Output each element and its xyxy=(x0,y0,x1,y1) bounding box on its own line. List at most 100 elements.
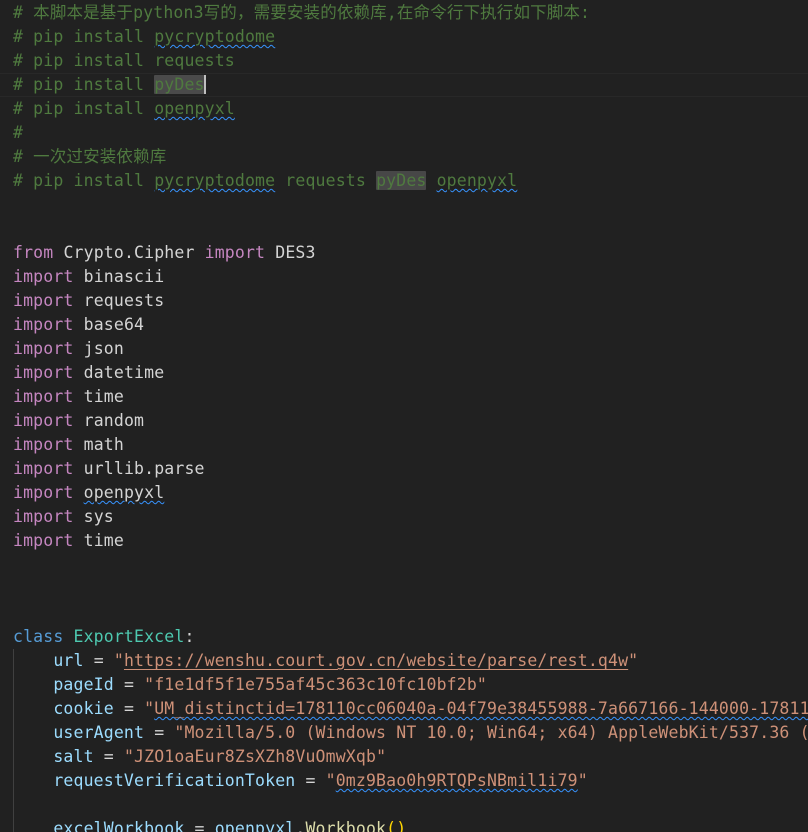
code-line[interactable]: import time xyxy=(0,529,808,553)
package-requests: requests xyxy=(154,51,235,70)
colon: : xyxy=(184,627,195,646)
comment-batch-note: # 一次过安装依赖库 xyxy=(13,147,167,166)
code-line[interactable]: import random xyxy=(0,409,808,433)
import-module: datetime xyxy=(83,363,165,382)
comment-pip-prefix: # pip install xyxy=(13,171,155,190)
code-line[interactable]: import requests xyxy=(0,289,808,313)
quote: " xyxy=(144,675,155,694)
field-salt-name: salt xyxy=(53,747,94,766)
code-line[interactable]: import sys xyxy=(0,505,808,529)
code-line[interactable]: # pip install pycryptodome xyxy=(0,25,808,49)
comment-pip-prefix: # pip install xyxy=(13,99,155,118)
quote: " xyxy=(144,699,155,718)
code-line[interactable]: import datetime xyxy=(0,361,808,385)
import-module: sys xyxy=(83,507,114,526)
quote: " xyxy=(113,651,124,670)
quote: " xyxy=(325,771,336,790)
keyword-import: import xyxy=(13,363,74,382)
comment-pip-prefix: # pip install xyxy=(13,75,155,94)
code-line-current[interactable]: # pip install pyDes xyxy=(0,73,808,97)
code-line-blank[interactable] xyxy=(0,793,808,817)
quote: " xyxy=(123,747,135,766)
keyword-import: import xyxy=(13,315,74,334)
code-line[interactable]: import json xyxy=(0,337,808,361)
import-module: base64 xyxy=(83,315,145,334)
code-editor[interactable]: # 本脚本是基于python3写的，需要安装的依赖库,在命令行下执行如下脚本: … xyxy=(0,0,808,832)
comment-empty-hash: # xyxy=(13,123,24,142)
code-line-blank[interactable] xyxy=(0,553,808,577)
package-openpyxl: openpyxl xyxy=(154,99,235,118)
code-line[interactable]: import time xyxy=(0,385,808,409)
code-line[interactable]: import urllib.parse xyxy=(0,457,808,481)
assign-operator: = xyxy=(83,651,114,670)
code-line[interactable]: from Crypto.Cipher import DES3 xyxy=(0,241,808,265)
keyword-import: import xyxy=(13,531,74,550)
assign-operator: = xyxy=(144,723,175,742)
code-line-field-useragent[interactable]: userAgent = "Mozilla/5.0 (Windows NT 10.… xyxy=(0,721,808,745)
field-token-value: 0mz9Bao0h9RTQPsNBmil1i79 xyxy=(335,771,578,790)
field-token-name: requestVerificationToken xyxy=(53,771,296,790)
quote: " xyxy=(376,747,387,766)
code-line-blank[interactable] xyxy=(0,193,808,217)
code-line[interactable]: import binascii xyxy=(0,265,808,289)
package-pycryptodome: pycryptodome xyxy=(154,171,276,190)
code-line-blank[interactable] xyxy=(0,601,808,625)
code-line-field-cookie[interactable]: cookie = "UM_distinctid=178110cc06040a-0… xyxy=(0,697,808,721)
assign-operator: = xyxy=(113,699,145,718)
dot: . xyxy=(295,819,306,832)
code-line-field-token[interactable]: requestVerificationToken = "0mz9Bao0h9RT… xyxy=(0,769,808,793)
code-line[interactable]: # 一次过安装依赖库 xyxy=(0,145,808,169)
code-line-field-salt[interactable]: salt = "JZO1oaEur8ZsXZh8VuOmwXqb" xyxy=(0,745,808,769)
field-useragent-name: userAgent xyxy=(53,723,145,742)
keyword-import: import xyxy=(13,507,74,526)
keyword-class: class xyxy=(13,627,64,646)
selected-word-pydes[interactable]: pyDes xyxy=(154,75,205,94)
code-line[interactable]: # pip install requests xyxy=(0,49,808,73)
code-line[interactable]: # xyxy=(0,121,808,145)
code-content[interactable]: # 本脚本是基于python3写的，需要安装的依赖库,在命令行下执行如下脚本: … xyxy=(0,0,808,832)
field-pageid-name: pageId xyxy=(53,675,114,694)
module-openpyxl: openpyxl xyxy=(214,819,296,832)
code-line-field-workbook[interactable]: excelWorkbook = openpyxl.Workbook() xyxy=(0,817,808,832)
field-pageid-value: f1e1df5f1e755af45c363c10fc10bf2b xyxy=(154,675,477,694)
selected-word-match-pydes[interactable]: pyDes xyxy=(376,171,427,190)
imported-des3: DES3 xyxy=(275,243,316,262)
assign-operator: = xyxy=(184,819,215,832)
code-line-class-def[interactable]: class ExportExcel: xyxy=(0,625,808,649)
code-line[interactable]: # pip install pycryptodome requests pyDe… xyxy=(0,169,808,193)
quote: " xyxy=(628,651,639,670)
module-crypto-cipher: Crypto.Cipher xyxy=(63,243,195,262)
keyword-import: import xyxy=(13,411,74,430)
keyword-import: import xyxy=(13,387,74,406)
assign-operator: = xyxy=(295,771,326,790)
field-cookie-value: UM_distinctid=178110cc06040a-04f79e38455… xyxy=(154,699,808,718)
import-module: time xyxy=(83,531,124,550)
keyword-import: import xyxy=(13,459,74,478)
import-module: time xyxy=(83,387,124,406)
comment-pip-prefix: # pip install xyxy=(13,27,155,46)
package-requests: requests xyxy=(285,171,366,190)
code-line[interactable]: import openpyxl xyxy=(0,481,808,505)
comment-pip-prefix: # pip install xyxy=(13,51,155,70)
code-line[interactable]: import math xyxy=(0,433,808,457)
import-module: math xyxy=(83,435,124,454)
text-cursor xyxy=(203,75,206,94)
code-line[interactable]: # 本脚本是基于python3写的，需要安装的依赖库,在命令行下执行如下脚本: xyxy=(0,1,808,25)
code-line[interactable]: # pip install openpyxl xyxy=(0,97,808,121)
class-name: ExportExcel xyxy=(73,627,185,646)
import-module: urllib.parse xyxy=(83,459,205,478)
code-line-field-pageid[interactable]: pageId = "f1e1df5f1e755af45c363c10fc10bf… xyxy=(0,673,808,697)
field-cookie-name: cookie xyxy=(53,699,114,718)
package-openpyxl: openpyxl xyxy=(436,171,518,190)
code-line[interactable]: import base64 xyxy=(0,313,808,337)
code-line-field-url[interactable]: url = "https://wenshu.court.gov.cn/websi… xyxy=(0,649,808,673)
field-url-value[interactable]: https://wenshu.court.gov.cn/website/pars… xyxy=(124,651,628,670)
comment-header: # 本脚本是基于python3写的，需要安装的依赖库,在命令行下执行如下脚本: xyxy=(13,3,591,22)
function-workbook: Workbook xyxy=(305,819,387,832)
code-line-blank[interactable] xyxy=(0,577,808,601)
field-workbook-name: excelWorkbook xyxy=(53,819,185,832)
import-module: requests xyxy=(83,291,165,310)
keyword-import: import xyxy=(13,483,74,502)
code-line-blank[interactable] xyxy=(0,217,808,241)
assign-operator: = xyxy=(93,747,124,766)
